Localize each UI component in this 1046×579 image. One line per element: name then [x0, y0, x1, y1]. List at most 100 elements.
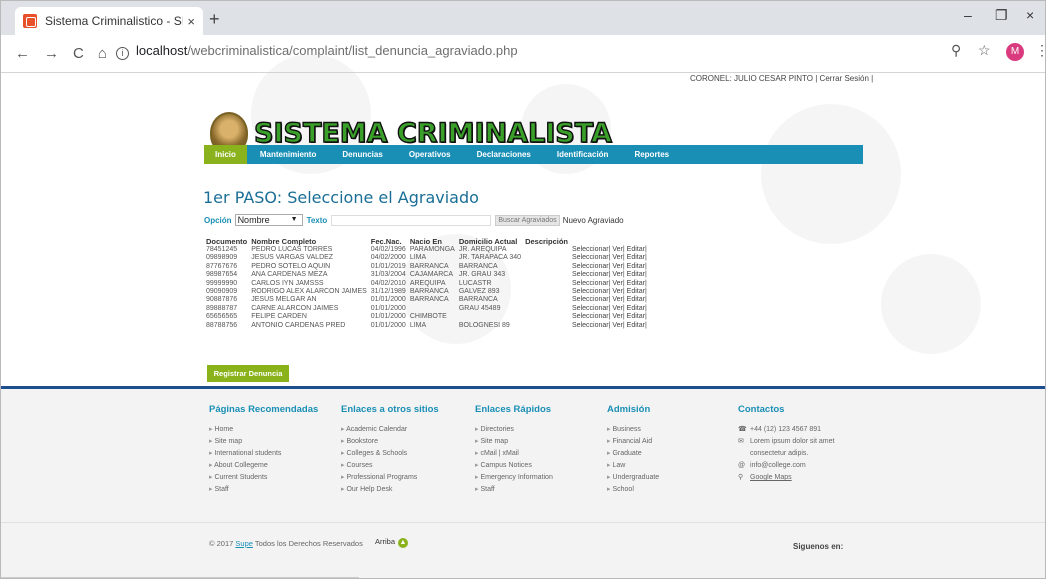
footer-link[interactable]: Law [607, 460, 659, 472]
footer-link[interactable]: Site map [475, 436, 553, 448]
edit-link[interactable]: Editar| [627, 254, 647, 261]
menu-item-reportes[interactable]: Reportes [621, 145, 682, 164]
back-icon[interactable]: ← [15, 45, 30, 62]
logout-link[interactable]: Cerrar Sesión [820, 74, 869, 83]
menu-item-inicio[interactable]: Inicio [204, 145, 247, 164]
footer-link[interactable]: Campus Notices [475, 460, 553, 472]
footer-link[interactable]: Our Help Desk [341, 484, 439, 496]
view-link[interactable]: Ver| [612, 246, 624, 253]
view-link[interactable]: Ver| [612, 280, 624, 287]
view-link[interactable]: Ver| [612, 296, 624, 303]
footer-link[interactable]: Colleges & Schools [341, 448, 439, 460]
select-link[interactable]: Seleccionar| [572, 254, 610, 261]
google-maps-link[interactable]: Google Maps [750, 474, 792, 481]
footer-link[interactable]: Emergency Information [475, 472, 552, 484]
select-link[interactable]: Seleccionar| [572, 313, 610, 320]
select-link[interactable]: Seleccionar| [572, 322, 610, 329]
footer-link[interactable]: Graduate [607, 448, 659, 460]
reload-icon[interactable]: C [73, 45, 84, 62]
footer-link[interactable]: About Collegeme [209, 460, 318, 472]
footer-link[interactable]: Current Students [209, 472, 318, 484]
footer-link[interactable]: Bookstore [341, 436, 439, 448]
home-icon[interactable]: ⌂ [98, 45, 107, 62]
footer-link[interactable]: Business [607, 424, 659, 436]
cell-nombre: ANA CARDENAS MEZA [251, 271, 328, 279]
edit-link[interactable]: Editar| [627, 280, 647, 287]
user-name: CORONEL: JULIO CESAR PINTO [690, 74, 813, 83]
footer-link[interactable]: cMail | xMail [475, 448, 553, 460]
table-row: 78451245 PEDRO LUCAS TORRES 04/02/1996 PARA… [204, 246, 649, 254]
footer-link[interactable]: Directories [475, 424, 553, 436]
browser-tab[interactable]: Sistema Criminalistico - SISCrimi × [15, 7, 203, 35]
view-link[interactable]: Ver| [612, 322, 624, 329]
cell-nombre: CARNE ALARCON JAIMES [251, 304, 339, 312]
new-agraviado-link[interactable]: Nuevo Agraviado [563, 216, 624, 225]
email-link[interactable]: info@college.com [750, 462, 806, 469]
select-link[interactable]: Seleccionar| [572, 280, 610, 287]
select-link[interactable]: Seleccionar| [572, 296, 610, 303]
search-filters: Opción Nombre Texto Buscar Agraviados Nu… [204, 214, 624, 226]
view-link[interactable]: Ver| [612, 313, 624, 320]
supe-link[interactable]: Supe [235, 539, 253, 548]
menu-item-mantenimiento[interactable]: Mantenimiento [247, 145, 329, 164]
table-row: 09898909 JESUS VARGAS VALDEZ 04/02/2000 LIM… [204, 254, 649, 262]
zoom-icon[interactable]: ⚲ [951, 42, 961, 59]
search-button[interactable]: Buscar Agraviados [495, 214, 560, 226]
edit-link[interactable]: Editar| [627, 322, 647, 329]
maximize-icon[interactable]: ❐ [995, 7, 1008, 24]
minimize-icon[interactable]: – [964, 7, 972, 23]
info-icon[interactable]: i [116, 47, 129, 60]
view-link[interactable]: Ver| [612, 263, 624, 270]
footer-link[interactable]: Professional Programs [341, 472, 439, 484]
tab-close-icon[interactable]: × [187, 14, 195, 29]
menu-item-identificacion[interactable]: Identificación [544, 145, 622, 164]
menu-item-declaraciones[interactable]: Declaraciones [464, 145, 544, 164]
browser-menu-icon[interactable]: ⋮ [1035, 42, 1045, 59]
footer-link[interactable]: School [607, 484, 659, 496]
edit-link[interactable]: Editar| [627, 305, 647, 312]
browser-window: Sistema Criminalistico - SISCrimi × + – … [0, 0, 1046, 579]
logo-text: SISTEMA CRIMINALISTA [253, 117, 612, 149]
footer-link[interactable]: Site map [209, 436, 318, 448]
edit-link[interactable]: Editar| [627, 246, 647, 253]
footer-link[interactable]: Staff [475, 484, 553, 496]
footer-link[interactable]: Courses [341, 460, 439, 472]
cell-domicilio: BOLOGNESI 89 [458, 321, 510, 329]
edit-link[interactable]: Editar| [627, 296, 647, 303]
footer-link[interactable]: Undergraduate [607, 472, 659, 484]
edit-link[interactable]: Editar| [627, 313, 647, 320]
view-link[interactable]: Ver| [612, 288, 624, 295]
footer-link[interactable]: Home [209, 424, 318, 436]
select-link[interactable]: Seleccionar| [572, 271, 610, 278]
profile-avatar[interactable]: M [1006, 43, 1024, 61]
cell-nacio-en: LIMA [409, 254, 427, 262]
view-link[interactable]: Ver| [612, 271, 624, 278]
footer-link[interactable]: Staff [209, 484, 318, 496]
edit-link[interactable]: Editar| [627, 263, 647, 270]
select-link[interactable]: Seleccionar| [572, 305, 610, 312]
back-to-top-link[interactable]: Arriba ▲ [375, 537, 409, 548]
new-tab-button[interactable]: + [209, 9, 220, 30]
footer-link[interactable]: International students [209, 448, 318, 460]
footer-link[interactable]: Financial Aid [607, 436, 659, 448]
phone-icon: ☎ [738, 426, 747, 433]
edit-link[interactable]: Editar| [627, 271, 647, 278]
edit-link[interactable]: Editar| [627, 288, 647, 295]
close-window-icon[interactable]: × [1026, 7, 1034, 23]
forward-icon[interactable]: → [44, 45, 59, 62]
bookmark-star-icon[interactable]: ☆ [978, 42, 991, 59]
register-denuncia-button[interactable]: Registrar Denuncia [207, 365, 289, 382]
social-label: Siguenos en: [793, 542, 844, 551]
cell-nacio-en: LIMA [409, 321, 427, 329]
view-link[interactable]: Ver| [612, 254, 624, 261]
search-input[interactable] [331, 214, 492, 226]
footer-link[interactable]: Academic Calendar [341, 424, 439, 436]
menu-item-denuncias[interactable]: Denuncias [329, 145, 395, 164]
view-link[interactable]: Ver| [612, 305, 624, 312]
select-link[interactable]: Seleccionar| [572, 263, 610, 270]
col-descripcion: Descripción [525, 237, 569, 246]
select-link[interactable]: Seleccionar| [572, 246, 610, 253]
option-select[interactable]: Nombre [234, 214, 303, 226]
menu-item-operativos[interactable]: Operativos [396, 145, 464, 164]
select-link[interactable]: Seleccionar| [572, 288, 610, 295]
